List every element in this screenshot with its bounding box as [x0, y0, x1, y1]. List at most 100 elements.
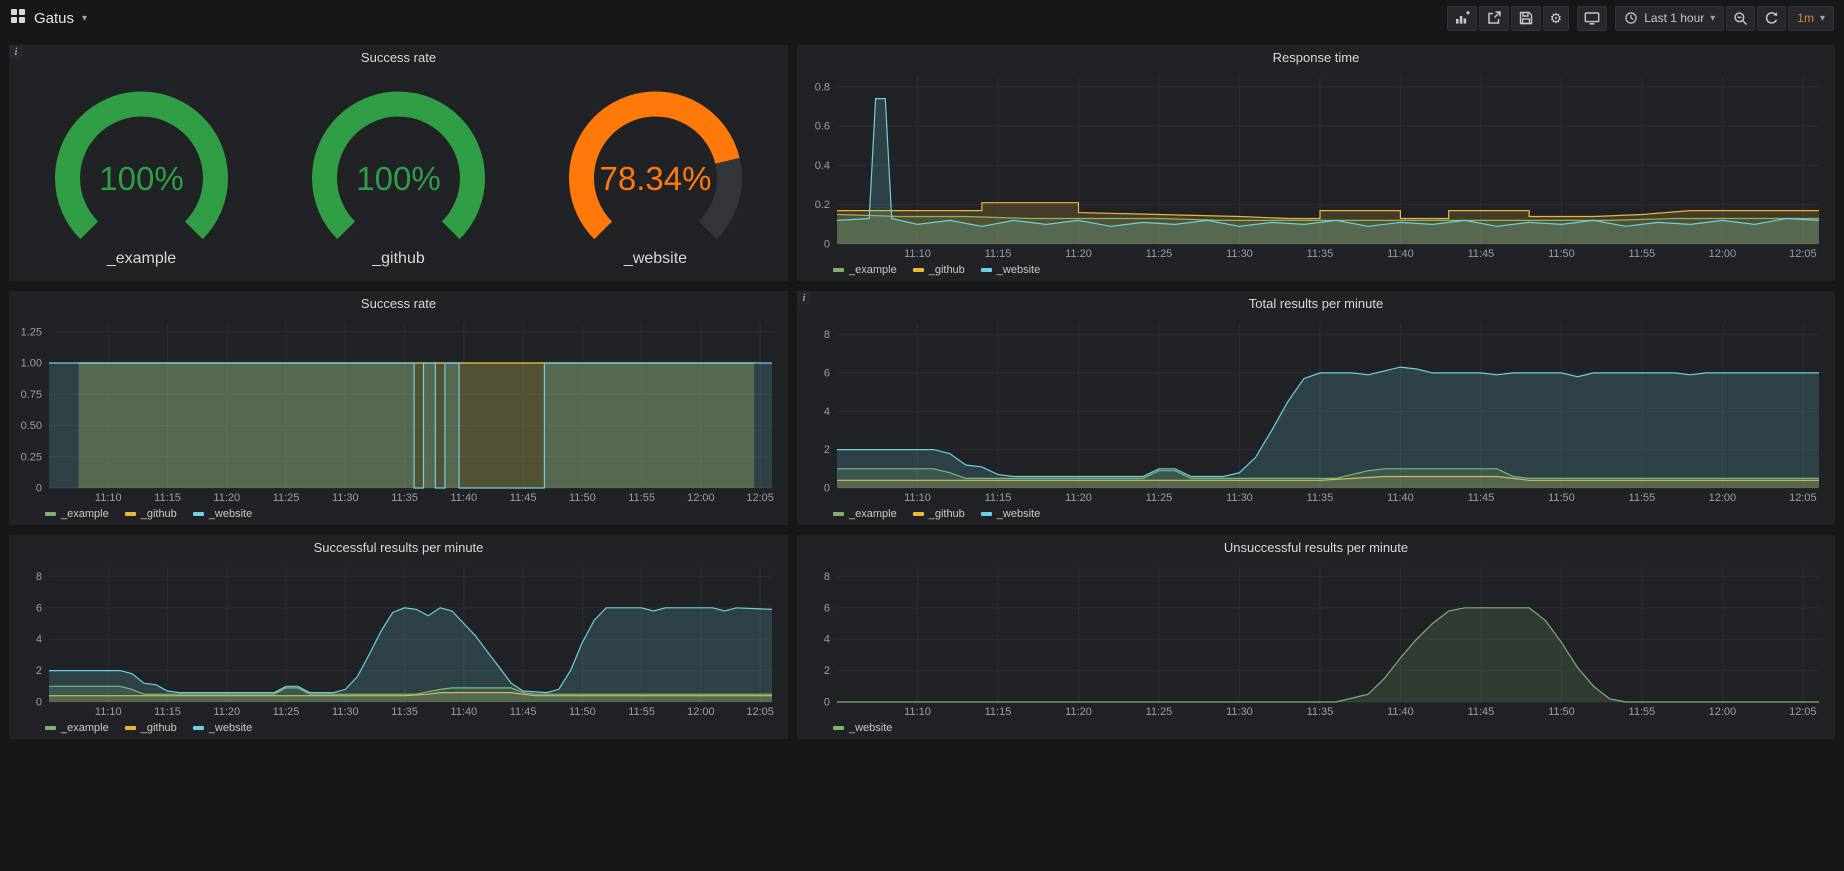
unsuccessful-results-per-minute-svg: 0246811:1011:1511:2011:2511:3011:3511:40…: [803, 560, 1829, 719]
panel-response-time: Response time 00.20.40.60.811:1011:1511:…: [796, 44, 1836, 282]
svg-text:0: 0: [824, 483, 830, 495]
legend-item-github[interactable]: _github: [913, 508, 965, 520]
svg-text:11:30: 11:30: [1226, 248, 1253, 260]
legend-item-github[interactable]: _github: [125, 508, 177, 520]
legend-item-github[interactable]: _github: [913, 264, 965, 276]
panel-title-success-rate-series[interactable]: Success rate: [9, 291, 788, 316]
legend-item-website[interactable]: _website: [833, 722, 892, 734]
legend-item-website[interactable]: _website: [193, 508, 252, 520]
settings-gear-icon[interactable]: ⚙: [1543, 6, 1570, 31]
navbar-right: ⚙ Last 1 hour ▾ 1m ▾: [1447, 6, 1834, 31]
legend-swatch-icon: [125, 726, 136, 730]
panel-unsuccessful-results: Unsuccessful results per minute 0246811:…: [796, 534, 1836, 740]
legend-series-name: _website: [209, 508, 252, 520]
panel-info-icon[interactable]: i: [9, 45, 23, 59]
svg-text:11:50: 11:50: [569, 706, 596, 718]
legend-item-example[interactable]: _example: [833, 508, 897, 520]
svg-text:0.8: 0.8: [815, 81, 830, 93]
svg-text:8: 8: [36, 571, 42, 583]
svg-text:11:55: 11:55: [628, 706, 655, 718]
legend-item-example[interactable]: _example: [833, 264, 897, 276]
svg-text:11:25: 11:25: [273, 492, 300, 504]
svg-text:11:40: 11:40: [1387, 706, 1414, 718]
magnifier-minus-icon: [1733, 11, 1748, 26]
svg-text:11:30: 11:30: [332, 492, 359, 504]
total-results-legend: _example _github _website: [803, 505, 1829, 523]
response-time-legend: _example _github _website: [803, 261, 1829, 279]
svg-text:8: 8: [824, 329, 830, 341]
time-range-picker[interactable]: Last 1 hour ▾: [1615, 6, 1724, 31]
panel-title-response-time[interactable]: Response time: [797, 45, 1835, 70]
svg-text:11:10: 11:10: [904, 248, 931, 260]
legend-series-name: _website: [849, 722, 892, 734]
svg-text:6: 6: [824, 602, 830, 614]
panel-title-text: Successful results per minute: [314, 540, 484, 555]
svg-text:11:45: 11:45: [510, 492, 537, 504]
panel-title-success-rate-gauges[interactable]: Success rate: [9, 45, 788, 70]
svg-text:2: 2: [36, 665, 42, 677]
legend-series-name: _website: [997, 508, 1040, 520]
gauge-example[interactable]: 100% _example: [24, 84, 259, 268]
svg-text:8: 8: [824, 571, 830, 583]
svg-text:11:50: 11:50: [569, 492, 596, 504]
dashboard-caret-down-icon[interactable]: ▾: [82, 13, 87, 24]
panel-title-text: Response time: [1273, 50, 1360, 65]
successful-results-chart[interactable]: 0246811:1011:1511:2011:2511:3011:3511:40…: [15, 560, 782, 719]
legend-item-website[interactable]: _website: [981, 508, 1040, 520]
svg-text:11:15: 11:15: [985, 248, 1012, 260]
gauge-label: _website: [624, 250, 687, 268]
legend-item-example[interactable]: _example: [45, 722, 109, 734]
save-dashboard-button[interactable]: [1511, 6, 1541, 31]
legend-swatch-icon: [45, 726, 56, 730]
svg-text:1.00: 1.00: [21, 358, 42, 370]
svg-text:11:55: 11:55: [1629, 706, 1656, 718]
svg-text:11:40: 11:40: [1387, 248, 1414, 260]
dashboard-title[interactable]: Gatus: [34, 10, 74, 27]
total-results-chart[interactable]: 0246811:1011:1511:2011:2511:3011:3511:40…: [803, 316, 1829, 505]
svg-text:11:40: 11:40: [1387, 492, 1414, 504]
panel-title-text: Unsuccessful results per minute: [1224, 540, 1408, 555]
svg-text:11:15: 11:15: [154, 492, 181, 504]
success-rate-chart[interactable]: 00.250.500.751.001.2511:1011:1511:2011:2…: [15, 316, 782, 505]
response-time-chart[interactable]: 00.20.40.60.811:1011:1511:2011:2511:3011…: [803, 70, 1829, 261]
legend-swatch-icon: [193, 726, 204, 730]
svg-text:11:35: 11:35: [1307, 492, 1334, 504]
unsuccessful-results-chart[interactable]: 0246811:1011:1511:2011:2511:3011:3511:40…: [803, 560, 1829, 719]
legend-swatch-icon: [45, 512, 56, 516]
legend-item-github[interactable]: _github: [125, 722, 177, 734]
svg-text:0: 0: [36, 697, 42, 709]
refresh-button[interactable]: [1757, 6, 1786, 31]
panel-info-icon[interactable]: i: [797, 291, 811, 305]
svg-text:11:30: 11:30: [1226, 492, 1253, 504]
panel-title-unsuccessful-results[interactable]: Unsuccessful results per minute: [797, 535, 1835, 560]
svg-text:4: 4: [824, 634, 830, 646]
success-rate-svg: 00.250.500.751.001.2511:1011:1511:2011:2…: [15, 316, 782, 505]
apps-grid-icon[interactable]: [10, 8, 26, 29]
time-range-label: Last 1 hour: [1644, 11, 1704, 25]
svg-text:0.6: 0.6: [815, 121, 830, 133]
gauge-value: 78.34%: [538, 160, 773, 198]
refresh-interval-dropdown[interactable]: 1m ▾: [1788, 6, 1834, 31]
response-time-svg: 00.20.40.60.811:1011:1511:2011:2511:3011…: [803, 70, 1829, 261]
svg-text:11:35: 11:35: [391, 492, 418, 504]
time-range-caret-down-icon: ▾: [1710, 13, 1715, 24]
legend-item-website[interactable]: _website: [981, 264, 1040, 276]
zoom-out-button[interactable]: [1726, 6, 1755, 31]
svg-text:12:05: 12:05: [746, 706, 774, 718]
gauge-website[interactable]: 78.34% _website: [538, 84, 773, 268]
cycle-view-tv-button[interactable]: [1577, 6, 1607, 31]
svg-text:11:40: 11:40: [450, 492, 477, 504]
svg-text:11:45: 11:45: [510, 706, 537, 718]
legend-swatch-icon: [833, 268, 844, 272]
panel-title-total-results[interactable]: Total results per minute: [797, 291, 1835, 316]
legend-item-example[interactable]: _example: [45, 508, 109, 520]
gauge-label: _example: [107, 250, 176, 268]
share-dashboard-button[interactable]: [1479, 6, 1509, 31]
legend-item-website[interactable]: _website: [193, 722, 252, 734]
svg-text:11:55: 11:55: [1629, 492, 1656, 504]
gauge-github[interactable]: 100% _github: [281, 84, 516, 268]
add-panel-button[interactable]: [1447, 6, 1477, 31]
legend-swatch-icon: [981, 268, 992, 272]
legend-swatch-icon: [981, 512, 992, 516]
panel-title-successful-results[interactable]: Successful results per minute: [9, 535, 788, 560]
